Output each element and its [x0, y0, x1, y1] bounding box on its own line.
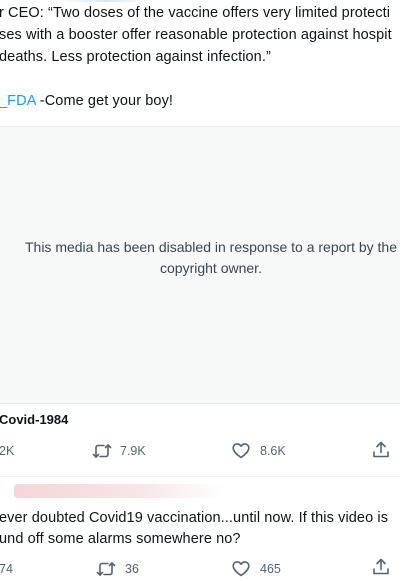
quoted-author-name[interactable]: Covid-1984 [0, 412, 68, 427]
tweet-text-line-3: deaths. Less protection against infectio… [0, 49, 271, 65]
heart-icon [232, 442, 250, 459]
reply-text-line-2: und off some alarms somewhere no? [0, 531, 241, 547]
reply-retweet-action[interactable]: 36 [96, 560, 139, 578]
share-icon[interactable] [372, 441, 390, 464]
tweet-mention-line: _FDA -Come get your boy! [0, 92, 173, 111]
tweet-divider [0, 476, 400, 477]
tweet-text-line-1: r CEO: “Two doses of the vaccine offers … [0, 5, 391, 21]
tweet-mention-rest: -Come get your boy! [35, 93, 174, 109]
share-icon[interactable] [372, 558, 390, 581]
heart-icon [232, 560, 250, 577]
fda-mention-link[interactable]: _FDA [0, 93, 36, 109]
retweet-icon [96, 560, 116, 578]
reply-like-action[interactable]: 465 [232, 560, 281, 577]
retweet-count: 7.9K [120, 444, 146, 458]
like-count: 8.6K [260, 443, 286, 458]
like-action[interactable]: 8.6K [232, 442, 286, 459]
media-disabled-message: This media has been disabled in response… [24, 239, 397, 276]
retweet-action[interactable]: 7.9K [92, 442, 146, 460]
reply-text-line-1: ever doubted Covid19 vaccination...until… [0, 510, 389, 526]
reply-reply-count: 74 [0, 562, 13, 576]
retweet-icon [92, 442, 112, 460]
reply-like-count: 465 [260, 561, 281, 576]
clipped-top-line [60, 0, 150, 2]
reply-retweet-count: 36 [125, 562, 139, 576]
tweet-text-line-2: ses with a booster offer reasonable prot… [0, 27, 392, 43]
reply-count: 2K [0, 444, 15, 458]
reply-reply-action[interactable]: 74 [0, 562, 13, 576]
redacted-username [14, 484, 224, 498]
reply-action[interactable]: 2K [0, 444, 14, 458]
